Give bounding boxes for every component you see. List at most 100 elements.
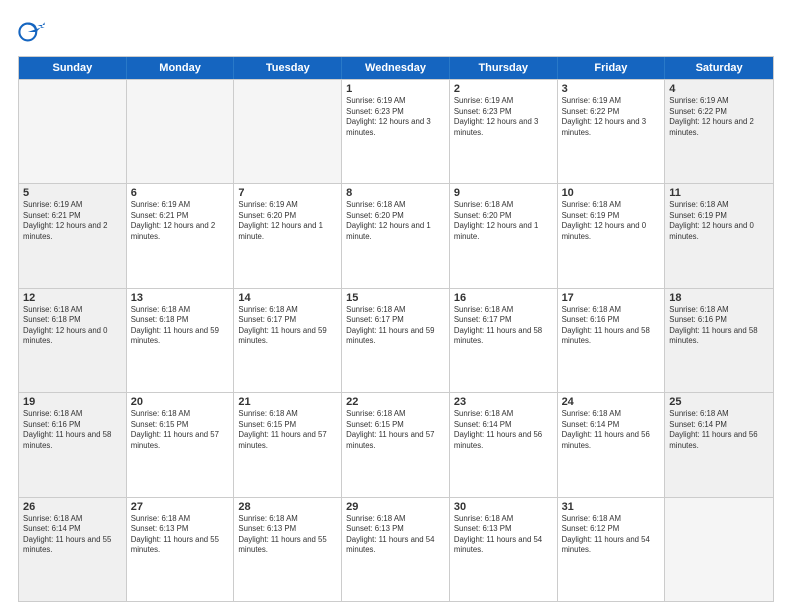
day-info: Sunrise: 6:18 AMSunset: 6:14 PMDaylight:… — [454, 409, 553, 451]
day-number: 1 — [346, 83, 445, 95]
day-number: 17 — [562, 292, 661, 304]
cal-header-day: Thursday — [450, 57, 558, 79]
cal-header-day: Sunday — [19, 57, 127, 79]
cal-cell-day: 30Sunrise: 6:18 AMSunset: 6:13 PMDayligh… — [450, 498, 558, 601]
cal-cell-day: 23Sunrise: 6:18 AMSunset: 6:14 PMDayligh… — [450, 393, 558, 496]
day-number: 18 — [669, 292, 769, 304]
day-info: Sunrise: 6:18 AMSunset: 6:13 PMDaylight:… — [238, 514, 337, 556]
cal-cell-day: 28Sunrise: 6:18 AMSunset: 6:13 PMDayligh… — [234, 498, 342, 601]
cal-cell-day: 3Sunrise: 6:19 AMSunset: 6:22 PMDaylight… — [558, 80, 666, 183]
day-number: 6 — [131, 187, 230, 199]
cal-cell-day: 27Sunrise: 6:18 AMSunset: 6:13 PMDayligh… — [127, 498, 235, 601]
cal-cell-day: 11Sunrise: 6:18 AMSunset: 6:19 PMDayligh… — [665, 184, 773, 287]
cal-cell-day: 13Sunrise: 6:18 AMSunset: 6:18 PMDayligh… — [127, 289, 235, 392]
cal-header-day: Friday — [558, 57, 666, 79]
day-number: 25 — [669, 396, 769, 408]
calendar: SundayMondayTuesdayWednesdayThursdayFrid… — [18, 56, 774, 602]
day-number: 11 — [669, 187, 769, 199]
logo — [18, 18, 50, 46]
day-info: Sunrise: 6:18 AMSunset: 6:20 PMDaylight:… — [346, 200, 445, 242]
cal-cell-day: 8Sunrise: 6:18 AMSunset: 6:20 PMDaylight… — [342, 184, 450, 287]
day-info: Sunrise: 6:18 AMSunset: 6:16 PMDaylight:… — [562, 305, 661, 347]
day-number: 29 — [346, 501, 445, 513]
day-number: 23 — [454, 396, 553, 408]
day-number: 28 — [238, 501, 337, 513]
cal-cell-empty — [665, 498, 773, 601]
day-number: 5 — [23, 187, 122, 199]
day-info: Sunrise: 6:18 AMSunset: 6:13 PMDaylight:… — [346, 514, 445, 556]
day-number: 24 — [562, 396, 661, 408]
header — [18, 18, 774, 46]
day-number: 4 — [669, 83, 769, 95]
day-info: Sunrise: 6:18 AMSunset: 6:18 PMDaylight:… — [131, 305, 230, 347]
day-info: Sunrise: 6:18 AMSunset: 6:16 PMDaylight:… — [23, 409, 122, 451]
day-info: Sunrise: 6:18 AMSunset: 6:14 PMDaylight:… — [562, 409, 661, 451]
cal-cell-day: 21Sunrise: 6:18 AMSunset: 6:15 PMDayligh… — [234, 393, 342, 496]
day-info: Sunrise: 6:18 AMSunset: 6:16 PMDaylight:… — [669, 305, 769, 347]
calendar-week-row: 12Sunrise: 6:18 AMSunset: 6:18 PMDayligh… — [19, 288, 773, 392]
calendar-week-row: 19Sunrise: 6:18 AMSunset: 6:16 PMDayligh… — [19, 392, 773, 496]
day-info: Sunrise: 6:19 AMSunset: 6:23 PMDaylight:… — [346, 96, 445, 138]
cal-cell-day: 19Sunrise: 6:18 AMSunset: 6:16 PMDayligh… — [19, 393, 127, 496]
cal-cell-day: 24Sunrise: 6:18 AMSunset: 6:14 PMDayligh… — [558, 393, 666, 496]
day-number: 3 — [562, 83, 661, 95]
day-info: Sunrise: 6:18 AMSunset: 6:17 PMDaylight:… — [346, 305, 445, 347]
day-info: Sunrise: 6:18 AMSunset: 6:17 PMDaylight:… — [454, 305, 553, 347]
day-number: 19 — [23, 396, 122, 408]
cal-header-day: Wednesday — [342, 57, 450, 79]
day-number: 2 — [454, 83, 553, 95]
day-info: Sunrise: 6:18 AMSunset: 6:19 PMDaylight:… — [669, 200, 769, 242]
day-number: 26 — [23, 501, 122, 513]
cal-cell-day: 7Sunrise: 6:19 AMSunset: 6:20 PMDaylight… — [234, 184, 342, 287]
day-info: Sunrise: 6:19 AMSunset: 6:23 PMDaylight:… — [454, 96, 553, 138]
day-number: 13 — [131, 292, 230, 304]
day-info: Sunrise: 6:19 AMSunset: 6:21 PMDaylight:… — [23, 200, 122, 242]
cal-cell-day: 29Sunrise: 6:18 AMSunset: 6:13 PMDayligh… — [342, 498, 450, 601]
calendar-week-row: 5Sunrise: 6:19 AMSunset: 6:21 PMDaylight… — [19, 183, 773, 287]
cal-cell-day: 1Sunrise: 6:19 AMSunset: 6:23 PMDaylight… — [342, 80, 450, 183]
page: SundayMondayTuesdayWednesdayThursdayFrid… — [0, 0, 792, 612]
cal-cell-day: 18Sunrise: 6:18 AMSunset: 6:16 PMDayligh… — [665, 289, 773, 392]
cal-cell-day: 25Sunrise: 6:18 AMSunset: 6:14 PMDayligh… — [665, 393, 773, 496]
day-number: 12 — [23, 292, 122, 304]
day-info: Sunrise: 6:19 AMSunset: 6:21 PMDaylight:… — [131, 200, 230, 242]
cal-cell-day: 31Sunrise: 6:18 AMSunset: 6:12 PMDayligh… — [558, 498, 666, 601]
day-info: Sunrise: 6:18 AMSunset: 6:14 PMDaylight:… — [23, 514, 122, 556]
day-info: Sunrise: 6:18 AMSunset: 6:14 PMDaylight:… — [669, 409, 769, 451]
calendar-body: 1Sunrise: 6:19 AMSunset: 6:23 PMDaylight… — [19, 79, 773, 601]
cal-cell-day: 16Sunrise: 6:18 AMSunset: 6:17 PMDayligh… — [450, 289, 558, 392]
day-info: Sunrise: 6:19 AMSunset: 6:20 PMDaylight:… — [238, 200, 337, 242]
day-number: 9 — [454, 187, 553, 199]
calendar-week-row: 26Sunrise: 6:18 AMSunset: 6:14 PMDayligh… — [19, 497, 773, 601]
cal-header-day: Tuesday — [234, 57, 342, 79]
day-info: Sunrise: 6:19 AMSunset: 6:22 PMDaylight:… — [562, 96, 661, 138]
day-info: Sunrise: 6:18 AMSunset: 6:20 PMDaylight:… — [454, 200, 553, 242]
day-number: 22 — [346, 396, 445, 408]
day-info: Sunrise: 6:18 AMSunset: 6:19 PMDaylight:… — [562, 200, 661, 242]
day-info: Sunrise: 6:18 AMSunset: 6:17 PMDaylight:… — [238, 305, 337, 347]
day-info: Sunrise: 6:18 AMSunset: 6:13 PMDaylight:… — [454, 514, 553, 556]
cal-cell-day: 9Sunrise: 6:18 AMSunset: 6:20 PMDaylight… — [450, 184, 558, 287]
day-number: 10 — [562, 187, 661, 199]
cal-cell-day: 17Sunrise: 6:18 AMSunset: 6:16 PMDayligh… — [558, 289, 666, 392]
day-number: 14 — [238, 292, 337, 304]
cal-cell-day: 5Sunrise: 6:19 AMSunset: 6:21 PMDaylight… — [19, 184, 127, 287]
day-info: Sunrise: 6:18 AMSunset: 6:18 PMDaylight:… — [23, 305, 122, 347]
day-info: Sunrise: 6:18 AMSunset: 6:15 PMDaylight:… — [346, 409, 445, 451]
day-info: Sunrise: 6:18 AMSunset: 6:15 PMDaylight:… — [238, 409, 337, 451]
logo-icon — [18, 18, 46, 46]
cal-header-day: Monday — [127, 57, 235, 79]
cal-cell-day: 6Sunrise: 6:19 AMSunset: 6:21 PMDaylight… — [127, 184, 235, 287]
day-number: 7 — [238, 187, 337, 199]
cal-cell-day: 12Sunrise: 6:18 AMSunset: 6:18 PMDayligh… — [19, 289, 127, 392]
cal-cell-day: 15Sunrise: 6:18 AMSunset: 6:17 PMDayligh… — [342, 289, 450, 392]
cal-cell-empty — [234, 80, 342, 183]
day-info: Sunrise: 6:18 AMSunset: 6:12 PMDaylight:… — [562, 514, 661, 556]
day-number: 16 — [454, 292, 553, 304]
day-number: 27 — [131, 501, 230, 513]
day-number: 21 — [238, 396, 337, 408]
cal-cell-day: 10Sunrise: 6:18 AMSunset: 6:19 PMDayligh… — [558, 184, 666, 287]
cal-cell-day: 22Sunrise: 6:18 AMSunset: 6:15 PMDayligh… — [342, 393, 450, 496]
cal-cell-empty — [127, 80, 235, 183]
cal-cell-empty — [19, 80, 127, 183]
